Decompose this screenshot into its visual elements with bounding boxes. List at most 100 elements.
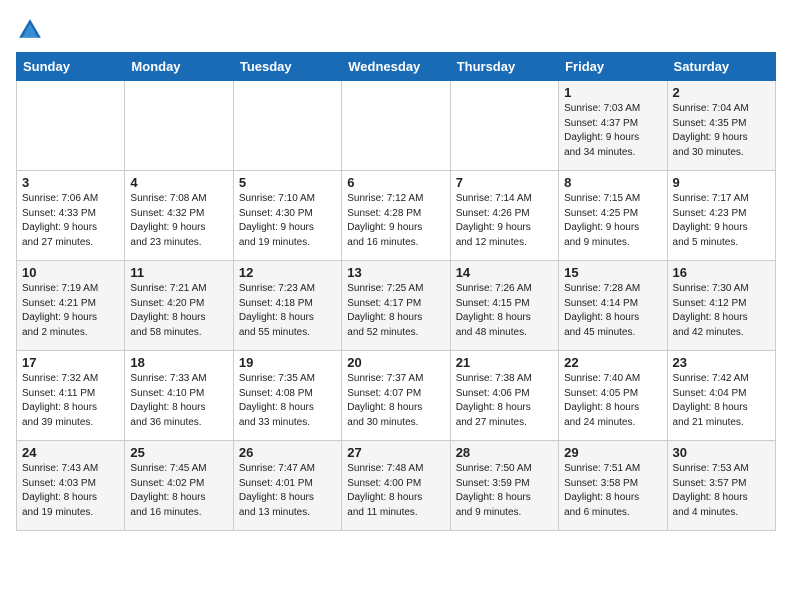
day-number: 16: [673, 265, 770, 280]
day-info: Sunrise: 7:45 AM Sunset: 4:02 PM Dayligh…: [130, 462, 227, 520]
day-info: Sunrise: 7:26 AM Sunset: 4:15 PM Dayligh…: [456, 282, 553, 340]
day-info: Sunrise: 7:33 AM Sunset: 4:10 PM Dayligh…: [130, 372, 227, 430]
calendar-cell: 11 Sunrise: 7:21 AM Sunset: 4:20 PM Dayli…: [125, 261, 233, 351]
day-info: Sunrise: 7:32 AM Sunset: 4:11 PM Dayligh…: [22, 372, 119, 430]
calendar-body: 1 Sunrise: 7:03 AM Sunset: 4:37 PM Daylig…: [17, 81, 776, 531]
day-number: 4: [130, 175, 227, 190]
day-info: Sunrise: 7:37 AM Sunset: 4:07 PM Dayligh…: [347, 372, 444, 430]
calendar-cell: 13 Sunrise: 7:25 AM Sunset: 4:17 PM Dayli…: [342, 261, 450, 351]
calendar-cell: [125, 81, 233, 171]
calendar-cell: 29 Sunrise: 7:51 AM Sunset: 3:58 PM Dayli…: [559, 441, 667, 531]
day-info: Sunrise: 7:43 AM Sunset: 4:03 PM Dayligh…: [22, 462, 119, 520]
weekday-header: Friday: [559, 53, 667, 81]
day-info: Sunrise: 7:03 AM Sunset: 4:37 PM Dayligh…: [564, 102, 661, 160]
day-number: 6: [347, 175, 444, 190]
day-number: 13: [347, 265, 444, 280]
calendar-cell: 5Sunrise: 7:10 AM Sunset: 4:30 PM Daylig…: [233, 171, 341, 261]
calendar-cell: [342, 81, 450, 171]
calendar-table: SundayMondayTuesdayWednesdayThursdayFrid…: [16, 52, 776, 531]
day-info: Sunrise: 7:08 AM Sunset: 4:32 PM Dayligh…: [130, 192, 227, 250]
weekday-header: Sunday: [17, 53, 125, 81]
calendar-cell: 4 Sunrise: 7:08 AM Sunset: 4:32 PM Daylig…: [125, 171, 233, 261]
weekday-header: Saturday: [667, 53, 775, 81]
day-number: 19: [239, 355, 336, 370]
day-number: 18: [130, 355, 227, 370]
calendar-week-row: 24 Sunrise: 7:43 AM Sunset: 4:03 PM Dayli…: [17, 441, 776, 531]
day-info: Sunrise: 7:53 AM Sunset: 3:57 PM Dayligh…: [673, 462, 770, 520]
calendar-cell: 14 Sunrise: 7:26 AM Sunset: 4:15 PM Dayli…: [450, 261, 558, 351]
weekday-header: Thursday: [450, 53, 558, 81]
day-number: 12: [239, 265, 336, 280]
day-number: 28: [456, 445, 553, 460]
calendar-cell: 21Sunrise: 7:38 AM Sunset: 4:06 PM Dayli…: [450, 351, 558, 441]
calendar-cell: 9 Sunrise: 7:17 AM Sunset: 4:23 PM Daylig…: [667, 171, 775, 261]
weekday-header: Wednesday: [342, 53, 450, 81]
day-number: 26: [239, 445, 336, 460]
day-number: 11: [130, 265, 227, 280]
calendar-cell: 26Sunrise: 7:47 AM Sunset: 4:01 PM Dayli…: [233, 441, 341, 531]
day-info: Sunrise: 7:51 AM Sunset: 3:58 PM Dayligh…: [564, 462, 661, 520]
day-number: 8: [564, 175, 661, 190]
calendar-cell: 7 Sunrise: 7:14 AM Sunset: 4:26 PM Daylig…: [450, 171, 558, 261]
calendar-cell: 10Sunrise: 7:19 AM Sunset: 4:21 PM Dayli…: [17, 261, 125, 351]
day-number: 7: [456, 175, 553, 190]
calendar-cell: 8 Sunrise: 7:15 AM Sunset: 4:25 PM Daylig…: [559, 171, 667, 261]
calendar-cell: 23 Sunrise: 7:42 AM Sunset: 4:04 PM Dayli…: [667, 351, 775, 441]
calendar-cell: 18 Sunrise: 7:33 AM Sunset: 4:10 PM Dayli…: [125, 351, 233, 441]
calendar-cell: 30 Sunrise: 7:53 AM Sunset: 3:57 PM Dayli…: [667, 441, 775, 531]
calendar-cell: [17, 81, 125, 171]
day-number: 3: [22, 175, 119, 190]
day-info: Sunrise: 7:35 AM Sunset: 4:08 PM Dayligh…: [239, 372, 336, 430]
day-info: Sunrise: 7:21 AM Sunset: 4:20 PM Dayligh…: [130, 282, 227, 340]
calendar-week-row: 17Sunrise: 7:32 AM Sunset: 4:11 PM Dayli…: [17, 351, 776, 441]
logo: [16, 16, 48, 44]
day-info: Sunrise: 7:25 AM Sunset: 4:17 PM Dayligh…: [347, 282, 444, 340]
day-number: 22: [564, 355, 661, 370]
day-info: Sunrise: 7:17 AM Sunset: 4:23 PM Dayligh…: [673, 192, 770, 250]
calendar-cell: 2 Sunrise: 7:04 AM Sunset: 4:35 PM Daylig…: [667, 81, 775, 171]
calendar-header-row: SundayMondayTuesdayWednesdayThursdayFrid…: [17, 53, 776, 81]
day-info: Sunrise: 7:30 AM Sunset: 4:12 PM Dayligh…: [673, 282, 770, 340]
weekday-header: Monday: [125, 53, 233, 81]
logo-icon: [16, 16, 44, 44]
calendar-cell: 25 Sunrise: 7:45 AM Sunset: 4:02 PM Dayli…: [125, 441, 233, 531]
day-number: 9: [673, 175, 770, 190]
calendar-cell: 28 Sunrise: 7:50 AM Sunset: 3:59 PM Dayli…: [450, 441, 558, 531]
day-info: Sunrise: 7:10 AM Sunset: 4:30 PM Dayligh…: [239, 192, 336, 250]
day-info: Sunrise: 7:12 AM Sunset: 4:28 PM Dayligh…: [347, 192, 444, 250]
calendar-cell: 12 Sunrise: 7:23 AM Sunset: 4:18 PM Dayli…: [233, 261, 341, 351]
day-info: Sunrise: 7:14 AM Sunset: 4:26 PM Dayligh…: [456, 192, 553, 250]
day-number: 29: [564, 445, 661, 460]
day-number: 23: [673, 355, 770, 370]
calendar-cell: 19 Sunrise: 7:35 AM Sunset: 4:08 PM Dayli…: [233, 351, 341, 441]
day-number: 25: [130, 445, 227, 460]
day-number: 24: [22, 445, 119, 460]
calendar-week-row: 10Sunrise: 7:19 AM Sunset: 4:21 PM Dayli…: [17, 261, 776, 351]
day-number: 30: [673, 445, 770, 460]
calendar-cell: 17Sunrise: 7:32 AM Sunset: 4:11 PM Dayli…: [17, 351, 125, 441]
calendar-cell: 1 Sunrise: 7:03 AM Sunset: 4:37 PM Daylig…: [559, 81, 667, 171]
day-number: 10: [22, 265, 119, 280]
calendar-cell: 6 Sunrise: 7:12 AM Sunset: 4:28 PM Daylig…: [342, 171, 450, 261]
day-info: Sunrise: 7:42 AM Sunset: 4:04 PM Dayligh…: [673, 372, 770, 430]
day-number: 27: [347, 445, 444, 460]
calendar-week-row: 3 Sunrise: 7:06 AM Sunset: 4:33 PM Daylig…: [17, 171, 776, 261]
day-info: Sunrise: 7:23 AM Sunset: 4:18 PM Dayligh…: [239, 282, 336, 340]
day-number: 1: [564, 85, 661, 100]
calendar-cell: 22Sunrise: 7:40 AM Sunset: 4:05 PM Dayli…: [559, 351, 667, 441]
weekday-header: Tuesday: [233, 53, 341, 81]
day-info: Sunrise: 7:48 AM Sunset: 4:00 PM Dayligh…: [347, 462, 444, 520]
day-number: 14: [456, 265, 553, 280]
day-number: 2: [673, 85, 770, 100]
calendar-cell: 15Sunrise: 7:28 AM Sunset: 4:14 PM Dayli…: [559, 261, 667, 351]
day-info: Sunrise: 7:15 AM Sunset: 4:25 PM Dayligh…: [564, 192, 661, 250]
calendar-cell: 16 Sunrise: 7:30 AM Sunset: 4:12 PM Dayli…: [667, 261, 775, 351]
calendar-week-row: 1 Sunrise: 7:03 AM Sunset: 4:37 PM Daylig…: [17, 81, 776, 171]
calendar-cell: [233, 81, 341, 171]
day-info: Sunrise: 7:04 AM Sunset: 4:35 PM Dayligh…: [673, 102, 770, 160]
day-number: 20: [347, 355, 444, 370]
day-info: Sunrise: 7:50 AM Sunset: 3:59 PM Dayligh…: [456, 462, 553, 520]
day-info: Sunrise: 7:06 AM Sunset: 4:33 PM Dayligh…: [22, 192, 119, 250]
day-info: Sunrise: 7:28 AM Sunset: 4:14 PM Dayligh…: [564, 282, 661, 340]
calendar-cell: 27 Sunrise: 7:48 AM Sunset: 4:00 PM Dayli…: [342, 441, 450, 531]
